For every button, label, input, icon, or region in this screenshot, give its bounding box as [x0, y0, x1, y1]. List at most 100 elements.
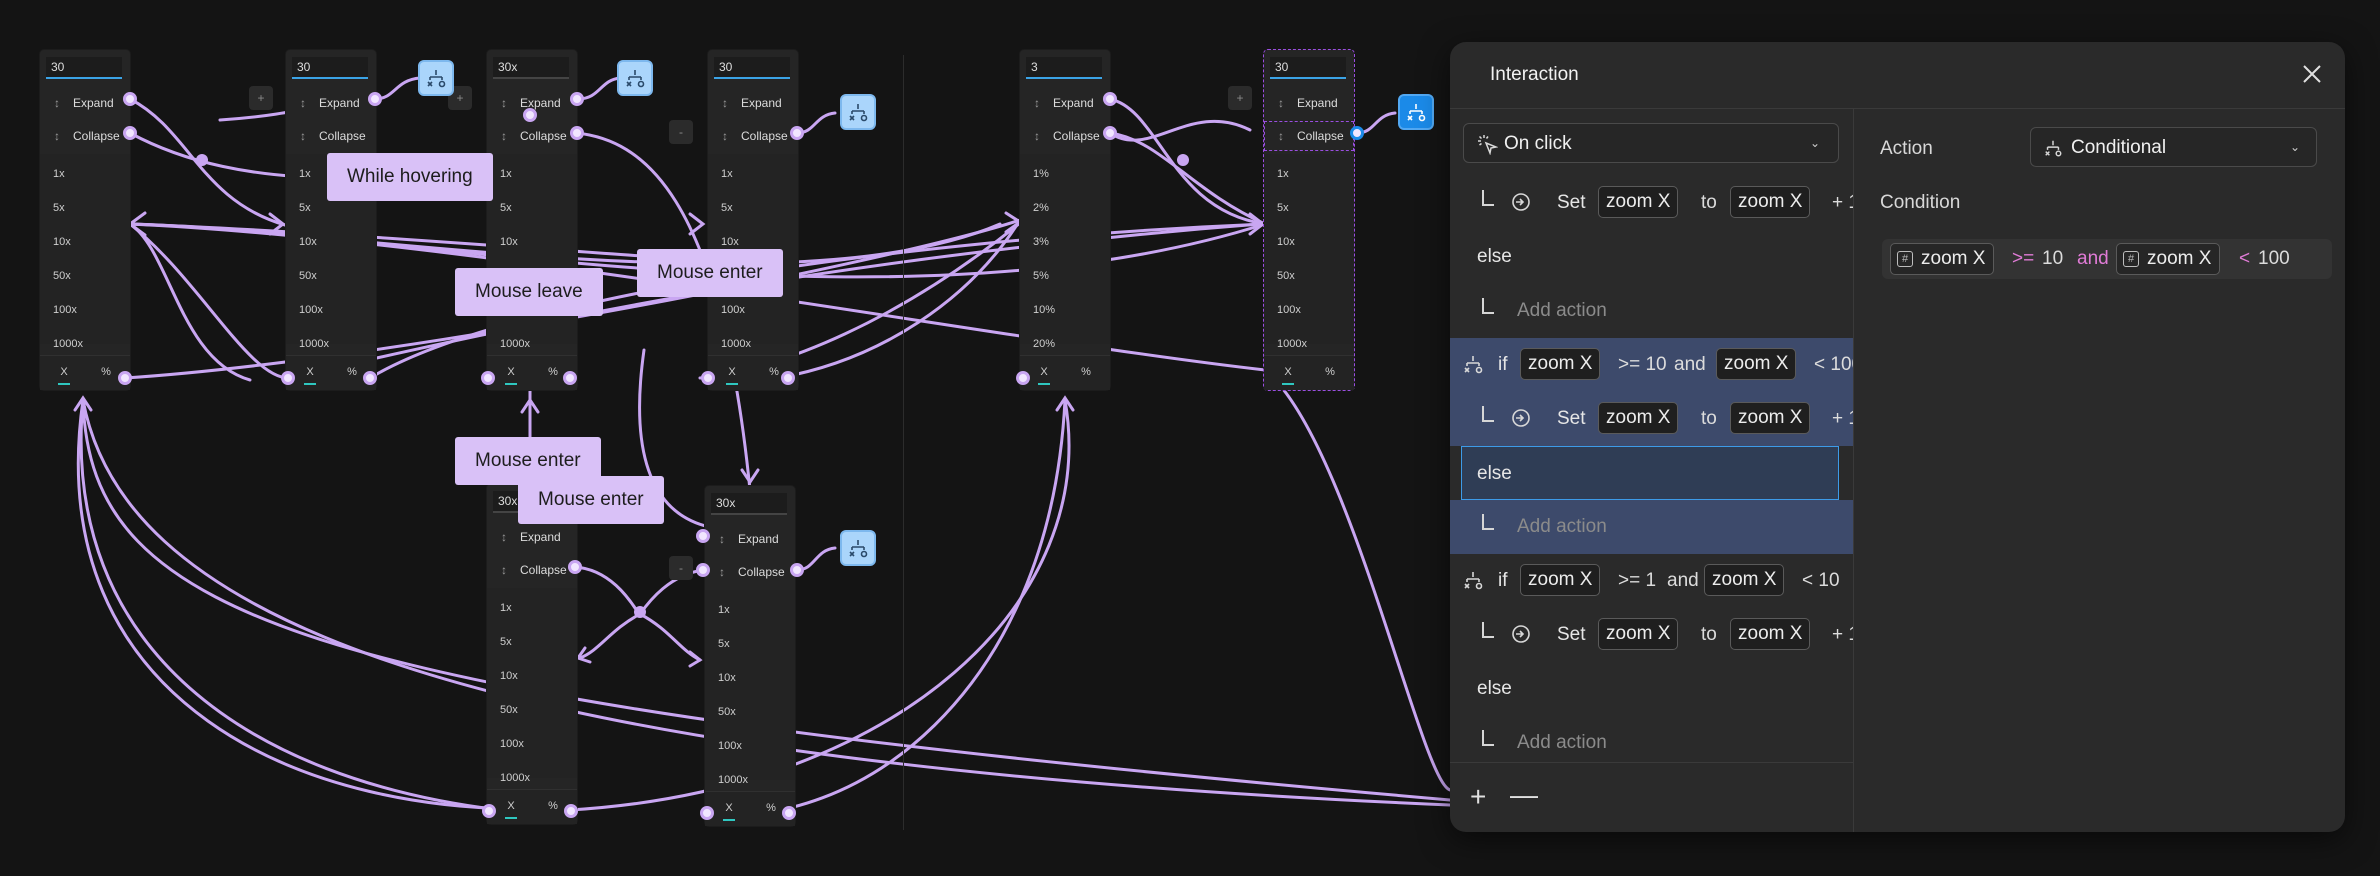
variable-pill[interactable]: zoom X: [1598, 402, 1679, 434]
stepper-card-6[interactable]: 30 ↕ Expand ↕ Collapse 1x 5x 10x 50x 100x …: [1263, 49, 1355, 391]
connection-port[interactable]: [790, 563, 804, 577]
set-action-row[interactable]: Set zoom X to zoom X + 10: [1450, 392, 1853, 446]
option-item[interactable]: 50x: [718, 706, 736, 718]
connection-port[interactable]: [123, 92, 137, 106]
connection-port[interactable]: [563, 371, 577, 385]
variable-pill[interactable]: zoom X: [1598, 618, 1679, 650]
remove-chip[interactable]: -: [669, 556, 693, 580]
connection-port[interactable]: [281, 371, 295, 385]
if-condition-row[interactable]: if zoom X >= 10 and zoom X < 100: [1450, 338, 1853, 392]
remove-interaction-button[interactable]: —: [1510, 779, 1538, 811]
option-item[interactable]: 10x: [299, 236, 317, 248]
connection-port-selected[interactable]: [1350, 126, 1364, 140]
option-item[interactable]: 1x: [500, 602, 512, 614]
option-item[interactable]: 1x: [721, 168, 733, 180]
option-item[interactable]: 1x: [718, 604, 730, 616]
unit-percent[interactable]: %: [761, 802, 781, 814]
zoom-value-input[interactable]: 30x: [493, 57, 569, 79]
unit-x[interactable]: X: [300, 366, 320, 385]
unit-percent[interactable]: %: [96, 366, 116, 378]
collapse-row[interactable]: ↕ Collapse: [1264, 121, 1354, 151]
connection-port[interactable]: [568, 560, 582, 574]
zoom-value-input[interactable]: 30: [292, 57, 368, 79]
connection-port[interactable]: [570, 92, 584, 106]
option-item[interactable]: 50x: [1277, 270, 1295, 282]
zoom-value-input[interactable]: 30: [1270, 57, 1346, 79]
option-item[interactable]: 100x: [500, 738, 524, 750]
unit-x[interactable]: X: [722, 366, 742, 385]
set-action-row[interactable]: Set zoom X to zoom X + 100: [1450, 176, 1853, 230]
else-row[interactable]: else: [1450, 230, 1853, 284]
option-item[interactable]: 10x: [53, 236, 71, 248]
conditional-node-selected[interactable]: [1398, 94, 1434, 130]
option-item[interactable]: 5x: [500, 202, 512, 214]
unit-x[interactable]: X: [1278, 366, 1298, 385]
add-chip[interactable]: +: [249, 86, 273, 110]
collapse-row[interactable]: ↕ Collapse: [1020, 121, 1110, 151]
unit-percent[interactable]: %: [543, 800, 563, 812]
connection-port[interactable]: [482, 804, 496, 818]
stepper-card-5[interactable]: 3 ↕ Expand ↕ Collapse 1% 2% 3% 5% 10% 20% …: [1020, 50, 1110, 390]
action-select[interactable]: Conditional ⌄: [2030, 127, 2317, 167]
zoom-value-input[interactable]: 30x: [711, 493, 787, 515]
connection-port[interactable]: [790, 126, 804, 140]
option-item[interactable]: 5x: [53, 202, 65, 214]
expand-row[interactable]: ↕ Expand: [40, 88, 130, 118]
zoom-value-input[interactable]: 30: [46, 57, 122, 79]
option-item[interactable]: 50x: [299, 270, 317, 282]
option-item[interactable]: 1x: [1277, 168, 1289, 180]
trigger-select[interactable]: On click ⌄: [1463, 123, 1839, 163]
option-item[interactable]: 10x: [721, 236, 739, 248]
conditional-node[interactable]: [418, 60, 454, 96]
expand-row[interactable]: ↕ Expand: [1020, 88, 1110, 118]
option-item[interactable]: 100x: [299, 304, 323, 316]
if-condition-row[interactable]: if zoom X >= 1 and zoom X < 10: [1450, 554, 1853, 608]
unit-x[interactable]: X: [1034, 366, 1054, 385]
stepper-card-4[interactable]: 30 ↕Expand ↕Collapse 1x 5x 10x 50x 100x …: [708, 50, 798, 390]
option-item[interactable]: 5x: [718, 638, 730, 650]
option-item[interactable]: 1%: [1033, 168, 1049, 180]
option-item[interactable]: 5x: [500, 636, 512, 648]
option-item[interactable]: 100x: [53, 304, 77, 316]
variable-pill[interactable]: zoom X: [1520, 348, 1601, 380]
connection-port[interactable]: [481, 371, 495, 385]
option-item[interactable]: 100x: [718, 740, 742, 752]
connection-port[interactable]: [564, 804, 578, 818]
expand-row[interactable]: ↕ Expand: [487, 522, 577, 552]
connection-port[interactable]: [363, 371, 377, 385]
close-icon[interactable]: [2300, 62, 2324, 86]
connection-port[interactable]: [696, 529, 710, 543]
trigger-tag-mouse-enter[interactable]: Mouse enter: [637, 249, 783, 297]
add-action-row[interactable]: Add action: [1450, 500, 1853, 554]
add-interaction-button[interactable]: +: [1470, 781, 1486, 813]
connection-port[interactable]: [1016, 371, 1030, 385]
stepper-card-1[interactable]: 30 ↕ Expand ↕ Collapse 1x 5x 10x 50x 100x …: [40, 50, 130, 390]
connection-port[interactable]: [1103, 92, 1117, 106]
option-item[interactable]: 1x: [299, 168, 311, 180]
option-item[interactable]: 2%: [1033, 202, 1049, 214]
conditional-node[interactable]: [840, 530, 876, 566]
variable-pill[interactable]: zoom X: [1730, 618, 1811, 650]
option-item[interactable]: 10x: [1277, 236, 1295, 248]
option-item[interactable]: 1000x: [53, 338, 83, 350]
option-item[interactable]: 1000x: [500, 338, 530, 350]
trigger-tag-mouse-enter[interactable]: Mouse enter: [518, 476, 664, 524]
option-item[interactable]: 100x: [721, 304, 745, 316]
option-item[interactable]: 100x: [1277, 304, 1301, 316]
collapse-row[interactable]: ↕ Collapse: [487, 555, 577, 585]
unit-percent[interactable]: %: [1320, 366, 1340, 378]
connection-port[interactable]: [782, 806, 796, 820]
option-item[interactable]: 10x: [500, 670, 518, 682]
variable-pill[interactable]: # zoom X: [1890, 243, 1995, 275]
expand-row[interactable]: ↕ Expand: [1264, 88, 1354, 118]
connection-port[interactable]: [523, 108, 537, 122]
stepper-card-8[interactable]: 30x ↕ Expand ↕ Collapse 1x 5x 10x 50x 100x…: [705, 486, 795, 826]
connection-port[interactable]: [570, 126, 584, 140]
unit-percent[interactable]: %: [342, 366, 362, 378]
connection-port[interactable]: [1103, 126, 1117, 140]
option-item[interactable]: 1000x: [721, 338, 751, 350]
remove-chip[interactable]: -: [669, 120, 693, 144]
option-item[interactable]: 5x: [721, 202, 733, 214]
variable-pill[interactable]: zoom X: [1704, 564, 1785, 596]
unit-x[interactable]: X: [501, 800, 521, 819]
